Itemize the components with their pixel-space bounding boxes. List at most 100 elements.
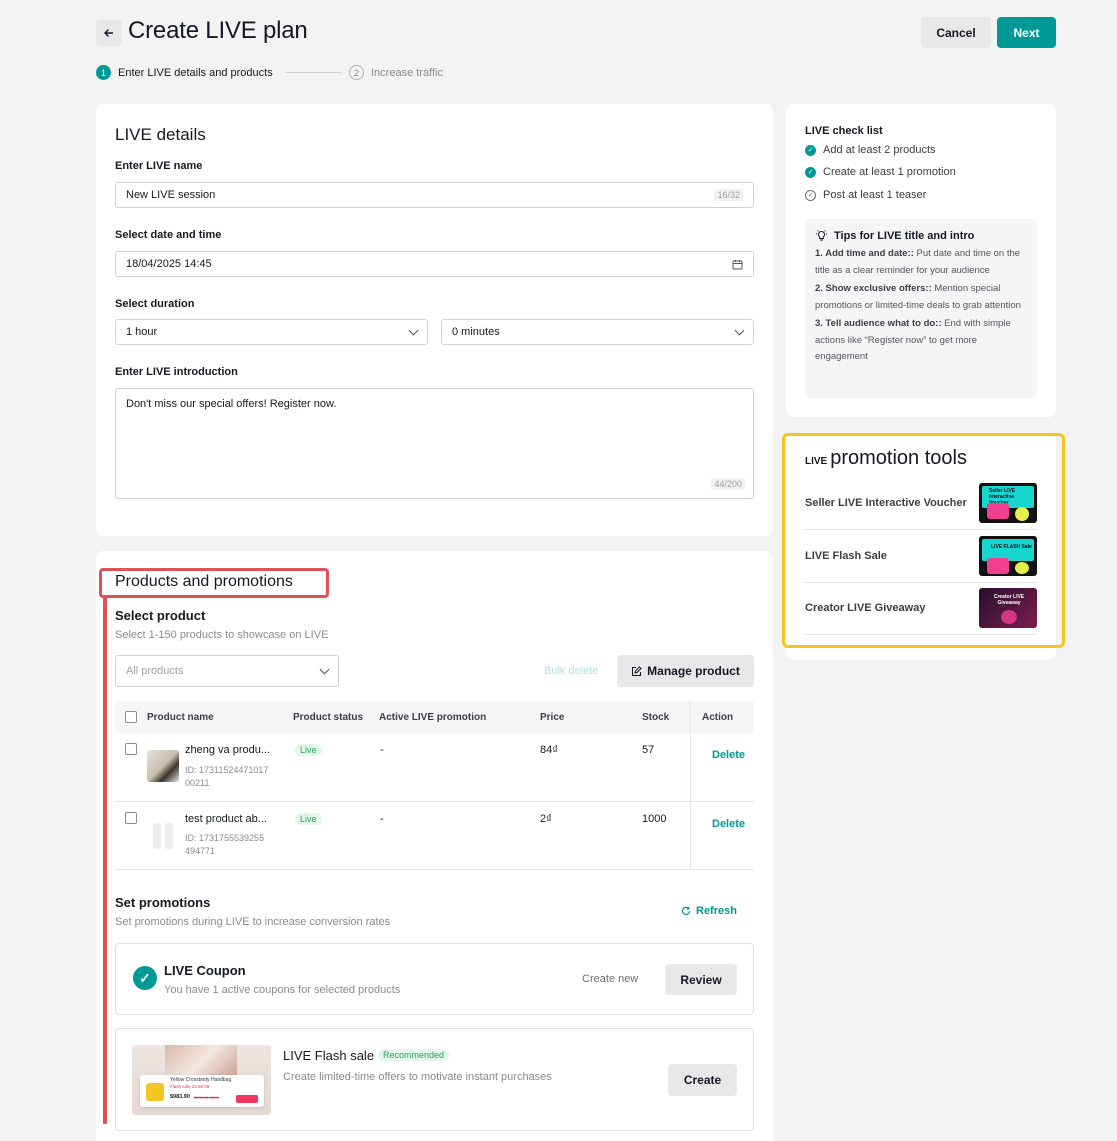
step-2: 2 Increase traffic: [349, 65, 443, 80]
checklist-item: ✓ Create at least 1 promotion: [805, 166, 956, 178]
refresh-label: Refresh: [696, 905, 737, 917]
coupon-title: LIVE Coupon: [164, 963, 246, 978]
date-time-input[interactable]: 18/04/2025 14:45: [115, 251, 754, 277]
column-header: Product status: [293, 712, 364, 723]
product-stock: 1000: [642, 813, 667, 825]
duration-minutes-select[interactable]: 0 minutes: [441, 319, 754, 345]
status-badge: Live: [295, 744, 322, 756]
column-header: Product name: [147, 712, 214, 723]
flash-thumb-timer: Flash sale 23:59:59: [170, 1084, 210, 1089]
bulk-delete-button[interactable]: Bulk delete: [544, 665, 598, 677]
table-row: test product ab... ID: 1731755539255 4947…: [115, 802, 754, 869]
flash-sale-thumbnail: Yellow Crossbody Handbag Flash sale 23:5…: [132, 1045, 271, 1115]
create-flash-sale-button[interactable]: Create: [668, 1064, 737, 1096]
cancel-button[interactable]: Cancel: [921, 17, 991, 48]
duration-minutes-value: 0 minutes: [452, 326, 500, 338]
product-name: test product ab...: [185, 813, 267, 825]
select-all-checkbox[interactable]: [125, 711, 137, 723]
column-header: Active LIVE promotion: [379, 712, 487, 723]
chevron-down-icon: [734, 325, 745, 335]
live-name-label: Enter LIVE name: [115, 160, 203, 172]
table-row: zheng va produ... ID: 17311524471017 0021…: [115, 733, 754, 801]
select-product-subtitle: Select 1-150 products to showcase on LIV…: [115, 629, 329, 641]
checklist-title: LIVE check list: [805, 125, 883, 137]
tip-item: 3. Tell audience what to do:: End with s…: [815, 318, 1011, 362]
check-circle-outline-icon: ✓: [805, 189, 816, 201]
products-title-highlight: [99, 568, 329, 598]
checklist-item: ✓ Post at least 1 teaser: [805, 189, 926, 201]
intro-value: Don't miss our special offers! Register …: [126, 398, 337, 410]
status-badge: Live: [295, 813, 322, 825]
manage-product-button[interactable]: Manage product: [617, 655, 754, 687]
flash-thumb-product: Yellow Crossbody Handbag: [170, 1077, 232, 1083]
live-coupon-card: ✓ LIVE Coupon You have 1 active coupons …: [115, 943, 754, 1015]
product-id: ID: 17311524471017 00211: [185, 765, 269, 788]
duration-hours-value: 1 hour: [126, 326, 158, 338]
live-details-title: LIVE details: [115, 125, 206, 144]
product-id: ID: 1731755539255 494771: [185, 833, 265, 856]
check-circle-icon: ✓: [805, 166, 816, 178]
column-header: Price: [540, 712, 565, 723]
flash-thumb-old-price: $999.00 -20%: [194, 1095, 219, 1100]
calendar-icon: [732, 259, 743, 269]
product-price: 2₫: [540, 813, 552, 825]
set-promotions-subtitle: Set promotions during LIVE to increase c…: [115, 916, 391, 928]
delete-button[interactable]: Delete: [712, 749, 745, 761]
flash-sale-subtitle: Create limited-time offers to motivate i…: [283, 1071, 552, 1083]
checklist-item-label: Post at least 1 teaser: [823, 189, 927, 201]
tip-item: 2. Show exclusive offers:: Mention speci…: [815, 283, 1021, 311]
lightbulb-icon: [816, 230, 827, 241]
manage-product-label: Manage product: [647, 664, 740, 678]
live-flash-sale-card: Yellow Crossbody Handbag Flash sale 23:5…: [115, 1028, 754, 1131]
row-checkbox[interactable]: [125, 812, 137, 824]
arrow-left-icon: [104, 29, 113, 37]
product-stock: 57: [642, 744, 655, 756]
edit-icon: [632, 665, 642, 676]
product-filter-select[interactable]: All products: [115, 655, 339, 687]
tips-title: Tips for LIVE title and intro: [834, 229, 975, 242]
live-name-value: New LIVE session: [126, 189, 216, 201]
check-circle-icon: ✓: [133, 966, 157, 990]
checklist-item-label: Create at least 1 promotion: [823, 166, 956, 178]
delete-button[interactable]: Delete: [712, 818, 745, 830]
chevron-down-icon: [408, 325, 419, 335]
live-name-input[interactable]: New LIVE session 16/32: [115, 182, 754, 208]
step-number: 1: [96, 65, 111, 80]
tip-item: 1. Add time and date:: Put date and time…: [815, 248, 1021, 276]
active-promotion: -: [380, 813, 384, 825]
product-name: zheng va produ...: [185, 744, 271, 756]
date-time-label: Select date and time: [115, 229, 222, 241]
intro-label: Enter LIVE introduction: [115, 366, 238, 378]
page-title: Create LIVE plan: [128, 17, 308, 44]
refresh-icon: [681, 906, 691, 916]
product-filter-placeholder: All products: [126, 665, 184, 677]
intro-counter: 44/200: [711, 478, 745, 490]
active-promotion: -: [380, 744, 384, 756]
create-new-coupon-button[interactable]: Create new: [582, 973, 638, 985]
product-price: 84₫: [540, 744, 558, 756]
chevron-down-icon: [319, 664, 330, 674]
coupon-subtitle: You have 1 active coupons for selected p…: [164, 984, 401, 996]
column-header: Stock: [642, 712, 670, 723]
tips-box: Tips for LIVE title and intro 1. Add tim…: [805, 219, 1037, 398]
duration-label: Select duration: [115, 298, 195, 310]
flash-sale-title: LIVE Flash sale: [283, 1048, 375, 1063]
row-divider: [115, 869, 754, 870]
checklist-item: ✓ Add at least 2 products: [805, 144, 936, 156]
live-name-counter: 16/32: [714, 189, 743, 201]
review-coupon-button[interactable]: Review: [665, 964, 737, 995]
refresh-button[interactable]: Refresh: [681, 905, 737, 917]
step-1: 1 Enter LIVE details and products: [96, 65, 273, 80]
back-button[interactable]: [96, 20, 122, 46]
duration-hours-select[interactable]: 1 hour: [115, 319, 428, 345]
next-button[interactable]: Next: [997, 17, 1056, 48]
products-highlight-bar: [103, 598, 107, 1124]
flash-thumb-price: $983.90: [170, 1094, 190, 1100]
date-time-value: 18/04/2025 14:45: [126, 258, 212, 270]
row-checkbox[interactable]: [125, 743, 137, 755]
product-thumbnail: [147, 750, 179, 782]
step-label: Increase traffic: [371, 66, 443, 79]
select-product-title: Select product: [115, 608, 206, 623]
intro-textarea[interactable]: Don't miss our special offers! Register …: [115, 388, 754, 499]
promotion-tools-highlight: [782, 433, 1065, 648]
